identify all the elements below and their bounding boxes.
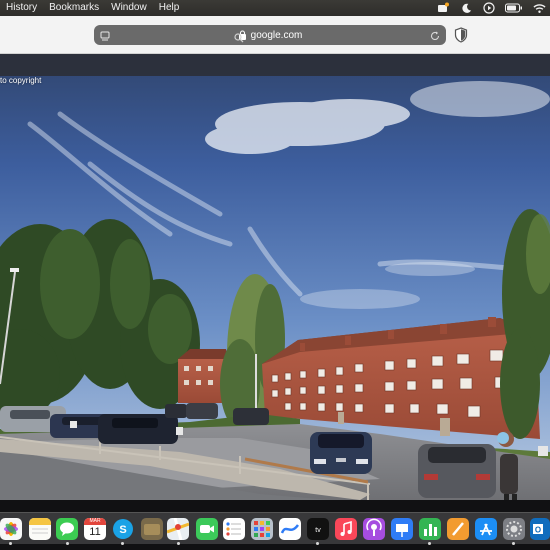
running-indicator bbox=[66, 542, 69, 545]
calendar-icon[interactable]: MAR 11 bbox=[84, 518, 106, 540]
calendar-day: 11 bbox=[89, 526, 101, 538]
play-icon[interactable] bbox=[482, 1, 496, 15]
running-indicator bbox=[9, 542, 12, 545]
menu-help[interactable]: Help bbox=[153, 0, 186, 16]
keynote-icon[interactable] bbox=[391, 518, 413, 540]
facetime-icon[interactable] bbox=[196, 518, 218, 540]
menu-list: History Bookmarks Window Help bbox=[0, 0, 185, 16]
app-store-icon[interactable] bbox=[475, 518, 497, 540]
menu-history[interactable]: History bbox=[0, 0, 43, 16]
maps-icon[interactable] bbox=[167, 518, 189, 540]
moon-icon[interactable] bbox=[459, 1, 473, 15]
dock: MAR 11 S tv O bbox=[0, 512, 550, 545]
battery-icon[interactable] bbox=[505, 1, 523, 15]
notes-icon[interactable] bbox=[29, 518, 51, 540]
pages-icon[interactable] bbox=[447, 518, 469, 540]
svg-text:tv: tv bbox=[315, 527, 321, 534]
svg-text:S: S bbox=[119, 524, 126, 536]
menu-bookmarks[interactable]: Bookmarks bbox=[43, 0, 105, 16]
reminders-icon[interactable] bbox=[223, 518, 245, 540]
running-indicator bbox=[428, 542, 431, 545]
status-icons bbox=[436, 0, 546, 16]
running-indicator bbox=[512, 542, 515, 545]
photos-icon[interactable] bbox=[0, 518, 22, 540]
apple-tv-icon[interactable]: tv bbox=[307, 518, 329, 540]
numbers-icon[interactable] bbox=[419, 518, 441, 540]
calendar-month: MAR bbox=[84, 518, 106, 525]
notification-icon[interactable] bbox=[436, 1, 450, 15]
street-view-panorama[interactable]: to copyright bbox=[0, 54, 550, 500]
podcasts-icon[interactable] bbox=[363, 518, 385, 540]
privacy-shield-icon[interactable] bbox=[454, 27, 468, 43]
launchpad-icon[interactable] bbox=[251, 518, 273, 540]
outlook-icon[interactable]: O bbox=[530, 518, 550, 540]
system-settings-icon[interactable] bbox=[503, 518, 525, 540]
url-text[interactable]: google.com bbox=[251, 30, 303, 41]
running-indicator bbox=[177, 542, 180, 545]
folder-icon[interactable] bbox=[141, 518, 163, 540]
browser-toolbar: google.com bbox=[0, 16, 550, 54]
wifi-icon[interactable] bbox=[532, 1, 546, 15]
menu-window[interactable]: Window bbox=[105, 0, 153, 16]
copyright-notice[interactable]: to copyright bbox=[0, 76, 41, 85]
running-indicator bbox=[316, 542, 319, 545]
messages-icon[interactable] bbox=[56, 518, 78, 540]
search-icon bbox=[234, 30, 244, 43]
reload-icon[interactable] bbox=[429, 29, 441, 41]
running-indicator bbox=[121, 542, 124, 545]
street-view-image bbox=[0, 54, 550, 500]
skype-icon[interactable]: S bbox=[112, 518, 134, 540]
freeform-icon[interactable] bbox=[279, 518, 301, 540]
url-display[interactable]: google.com bbox=[94, 25, 446, 45]
svg-text:O: O bbox=[535, 526, 541, 535]
music-icon[interactable] bbox=[335, 518, 357, 540]
menu-bar: History Bookmarks Window Help bbox=[0, 0, 550, 16]
address-bar[interactable]: google.com bbox=[94, 25, 446, 45]
